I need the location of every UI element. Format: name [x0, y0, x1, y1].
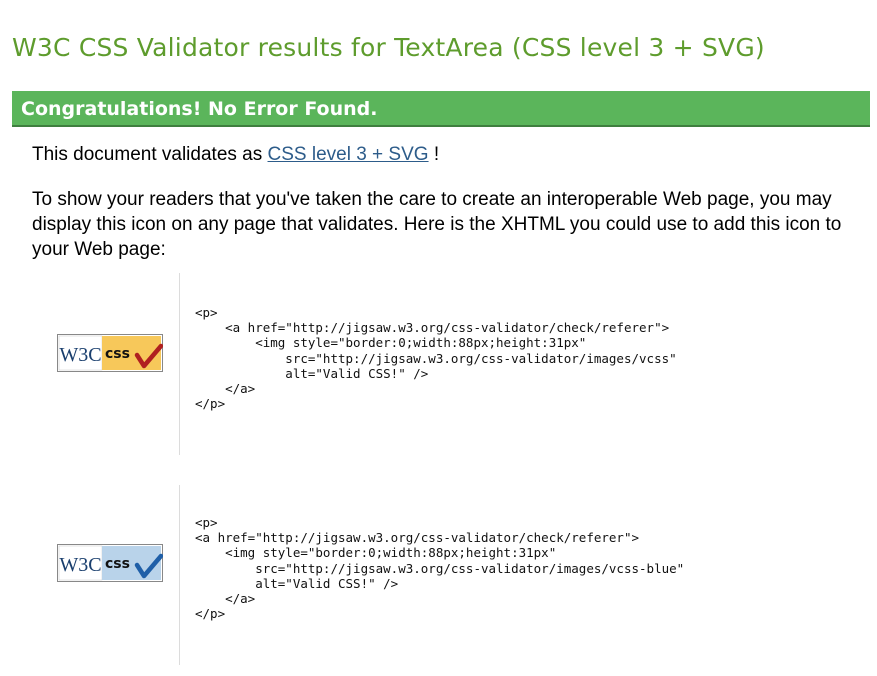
icon-info-paragraph: To show your readers that you've taken t… — [32, 189, 842, 260]
badge-example-gold: W3C css <p> <a href="http://jigsaw.w3.or… — [0, 273, 877, 455]
valid-css-blue-badge: W3C css — [57, 544, 163, 582]
html-code-snippet: <p> <a href="http://jigsaw.w3.org/css-va… — [195, 305, 677, 412]
divider — [179, 273, 180, 455]
badge-css-text: css — [105, 556, 130, 572]
html-code-snippet: <p> <a href="http://jigsaw.w3.org/css-va… — [195, 515, 685, 622]
valid-css-gold-badge: W3C css — [57, 334, 163, 372]
divider — [179, 485, 180, 665]
css-level-link[interactable]: CSS level 3 + SVG — [268, 144, 429, 165]
badge-logo-text: W3C — [59, 554, 101, 576]
validation-statement: This document validates as CSS level 3 +… — [32, 142, 439, 167]
congratulations-text: Congratulations! No Error Found. — [21, 98, 378, 120]
badge-css-text: css — [105, 346, 130, 362]
badge-logo-text: W3C — [59, 344, 101, 366]
badge-example-blue: W3C css <p> <a href="http://jigsaw.w3.or… — [0, 485, 877, 665]
validation-statement-prefix: This document validates as — [32, 144, 268, 165]
validation-statement-suffix: ! — [428, 144, 440, 165]
congratulations-banner: Congratulations! No Error Found. — [12, 91, 870, 127]
page-title: W3C CSS Validator results for TextArea (… — [12, 33, 765, 62]
